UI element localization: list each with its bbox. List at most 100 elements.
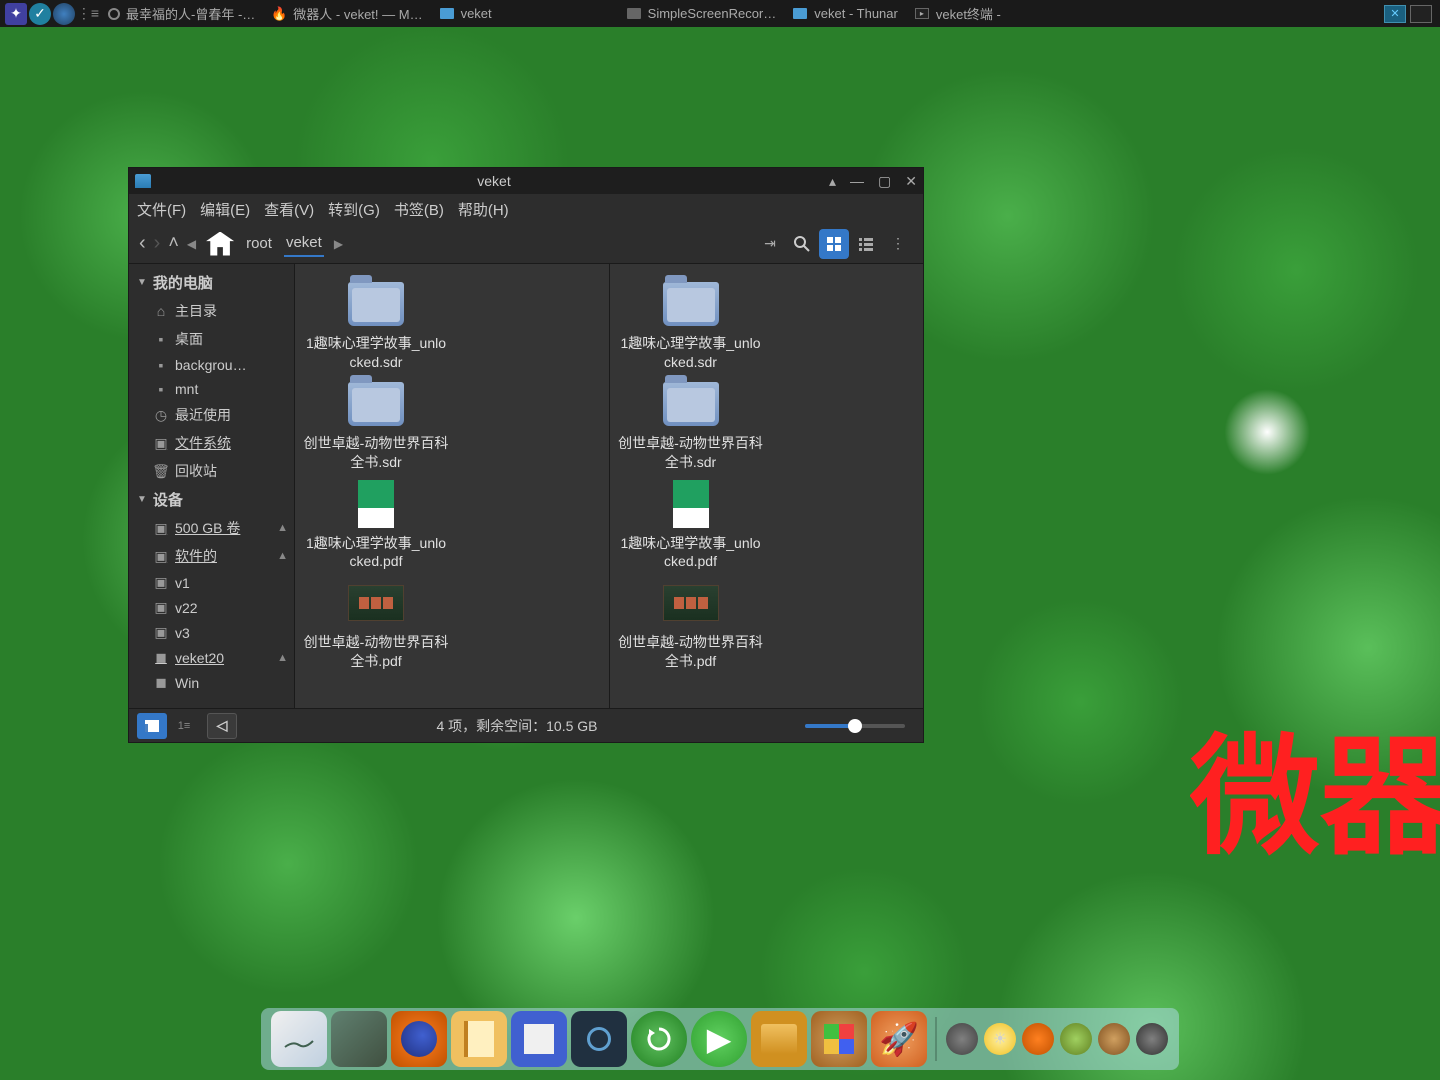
- view-icons-button[interactable]: [819, 229, 849, 259]
- pdf-thumbnail-icon: [348, 585, 404, 621]
- dock-item-rocket[interactable]: 🚀: [871, 1011, 927, 1067]
- sidebar-item-v3[interactable]: ▣v3: [129, 620, 294, 645]
- file-item-pdf[interactable]: 1趣味心理学故事_unlocked.pdf: [303, 480, 449, 572]
- dock-small-2[interactable]: [1060, 1023, 1092, 1055]
- dock-small-brightness[interactable]: ☀: [984, 1023, 1016, 1055]
- taskbar-item-browser[interactable]: 🔥 微器人 - veket! — M…: [265, 3, 428, 25]
- eject-icon[interactable]: ▲: [277, 522, 288, 534]
- chevron-right-icon[interactable]: ▶: [334, 237, 343, 251]
- tray-icon-app[interactable]: ✦: [5, 3, 27, 25]
- window-menu-button[interactable]: ▴: [829, 173, 836, 190]
- close-button[interactable]: ✕: [905, 173, 917, 190]
- sidebar-item-win[interactable]: ◼Win: [129, 670, 294, 695]
- window-title: veket: [159, 173, 829, 189]
- window-titlebar[interactable]: veket ▴ — ▢ ✕: [129, 168, 923, 194]
- sidebar-item-home[interactable]: ⌂主目录: [129, 297, 294, 325]
- file-item-folder[interactable]: 1趣味心理学故事_unlocked.sdr: [618, 280, 764, 372]
- zoom-slider[interactable]: [805, 724, 905, 728]
- nav-up-button[interactable]: ˄: [168, 232, 179, 255]
- dock-item-app[interactable]: [331, 1011, 387, 1067]
- dock-item-firefox[interactable]: [391, 1011, 447, 1067]
- dock-item-notepad[interactable]: [451, 1011, 507, 1067]
- tray-workspace-2[interactable]: [1410, 5, 1432, 23]
- nav-forward-button[interactable]: ›: [154, 232, 161, 255]
- file-item-pdf[interactable]: 创世卓越-动物世界百科全书.pdf: [618, 579, 764, 671]
- breadcrumb: ◀ root veket ▶: [187, 230, 755, 257]
- disk-icon: ▣: [153, 548, 169, 565]
- right-pane[interactable]: 1趣味心理学故事_unlocked.sdr 创世卓越-动物世界百科全书.sdr …: [610, 264, 924, 708]
- sidebar: 我的电脑 ⌂主目录 ▪桌面 ▪backgrou… ▪mnt ◷最近使用 ▣文件系…: [129, 264, 295, 708]
- file-item-pdf[interactable]: 创世卓越-动物世界百科全书.pdf: [303, 579, 449, 671]
- taskbar-item-folder1[interactable]: veket: [433, 3, 498, 25]
- folder-icon: ▪: [153, 357, 169, 373]
- sidebar-item-volume-software[interactable]: ▣软件的▲: [129, 542, 294, 570]
- dock: ▶ 🚀 ☀: [261, 1008, 1179, 1070]
- sidebar-item-backgrounds[interactable]: ▪backgrou…: [129, 353, 294, 377]
- eject-icon[interactable]: ▲: [277, 652, 288, 664]
- taskbar-item-audio[interactable]: 最幸福的人-曾春年 -…: [102, 3, 261, 25]
- sidebar-mode-tree[interactable]: 1≡: [169, 713, 199, 739]
- file-item-folder[interactable]: 1趣味心理学故事_unlocked.sdr: [303, 280, 449, 372]
- pdf-thumbnail-icon: [358, 480, 394, 528]
- menu-view[interactable]: 查看(V): [264, 199, 314, 220]
- dock-item-desktop[interactable]: [271, 1011, 327, 1067]
- home-icon[interactable]: [206, 232, 234, 256]
- maximize-button[interactable]: ▢: [878, 173, 891, 190]
- folder-icon: ▪: [153, 331, 169, 347]
- taskbar-item-recorder[interactable]: SimpleScreenRecor…: [620, 3, 783, 25]
- tray-workspace-1[interactable]: ✕: [1384, 5, 1406, 23]
- file-item-folder[interactable]: 创世卓越-动物世界百科全书.sdr: [303, 380, 449, 472]
- menu-help[interactable]: 帮助(H): [458, 199, 509, 220]
- sidebar-item-trash[interactable]: 🗑回收站: [129, 457, 294, 485]
- left-pane[interactable]: 1趣味心理学故事_unlocked.sdr 创世卓越-动物世界百科全书.sdr …: [295, 264, 610, 708]
- breadcrumb-current[interactable]: veket: [284, 230, 324, 257]
- disk-icon: ▣: [153, 435, 169, 452]
- view-menu-button[interactable]: ⋮: [883, 229, 913, 259]
- dock-small-3[interactable]: [1098, 1023, 1130, 1055]
- eject-icon[interactable]: ▲: [277, 550, 288, 562]
- taskbar-item-thunar[interactable]: veket - Thunar: [786, 3, 904, 25]
- file-item-folder[interactable]: 创世卓越-动物世界百科全书.sdr: [618, 380, 764, 472]
- sidebar-section-computer[interactable]: 我的电脑: [129, 268, 294, 297]
- sidebar-section-devices[interactable]: 设备: [129, 485, 294, 514]
- dock-item-spreadsheet[interactable]: [811, 1011, 867, 1067]
- dock-item-play[interactable]: ▶: [691, 1011, 747, 1067]
- sidebar-item-v22[interactable]: ▣v22: [129, 595, 294, 620]
- nav-back-button[interactable]: ‹: [139, 232, 146, 255]
- view-list-button[interactable]: [851, 229, 881, 259]
- split-pane-button[interactable]: ⇥: [755, 229, 785, 259]
- sidebar-item-volume-500gb[interactable]: ▣500 GB 卷▲: [129, 514, 294, 542]
- sidebar-item-recent[interactable]: ◷最近使用: [129, 401, 294, 429]
- menu-file[interactable]: 文件(F): [137, 199, 186, 220]
- search-button[interactable]: [787, 229, 817, 259]
- menu-goto[interactable]: 转到(G): [328, 199, 380, 220]
- menu-edit[interactable]: 编辑(E): [200, 199, 250, 220]
- taskbar-item-label: veket: [461, 6, 492, 21]
- menu-bookmarks[interactable]: 书签(B): [394, 199, 444, 220]
- chevron-left-icon[interactable]: ◀: [187, 237, 196, 251]
- sidebar-item-v1[interactable]: ▣v1: [129, 570, 294, 595]
- dock-item-tools[interactable]: [571, 1011, 627, 1067]
- tray-icon-globe[interactable]: [53, 3, 75, 25]
- tray-icon-check[interactable]: ✓: [29, 3, 51, 25]
- dock-item-paint[interactable]: [511, 1011, 567, 1067]
- file-item-pdf[interactable]: 1趣味心理学故事_unlocked.pdf: [618, 480, 764, 572]
- sidebar-mode-places[interactable]: [137, 713, 167, 739]
- sidebar-item-mnt[interactable]: ▪mnt: [129, 377, 294, 401]
- dock-item-reload[interactable]: [631, 1011, 687, 1067]
- sidebar-item-desktop[interactable]: ▪桌面: [129, 325, 294, 353]
- breadcrumb-root[interactable]: root: [244, 231, 274, 256]
- taskbar-item-terminal[interactable]: ▸ veket终端 -: [908, 3, 1007, 25]
- terminal-toggle-button[interactable]: ◁: [207, 713, 237, 739]
- pdf-thumbnail-icon: [673, 480, 709, 528]
- circle-icon: [108, 8, 120, 20]
- dock-small-ff[interactable]: [1022, 1023, 1054, 1055]
- home-icon: ⌂: [153, 303, 169, 319]
- dock-item-folder[interactable]: [751, 1011, 807, 1067]
- minimize-button[interactable]: —: [850, 173, 864, 190]
- sidebar-item-veket20[interactable]: ◼veket20▲: [129, 645, 294, 670]
- sidebar-item-filesystem[interactable]: ▣文件系统: [129, 429, 294, 457]
- dock-small-1[interactable]: [946, 1023, 978, 1055]
- tray-icon-menu[interactable]: ⋮≡: [77, 3, 99, 25]
- dock-small-4[interactable]: [1136, 1023, 1168, 1055]
